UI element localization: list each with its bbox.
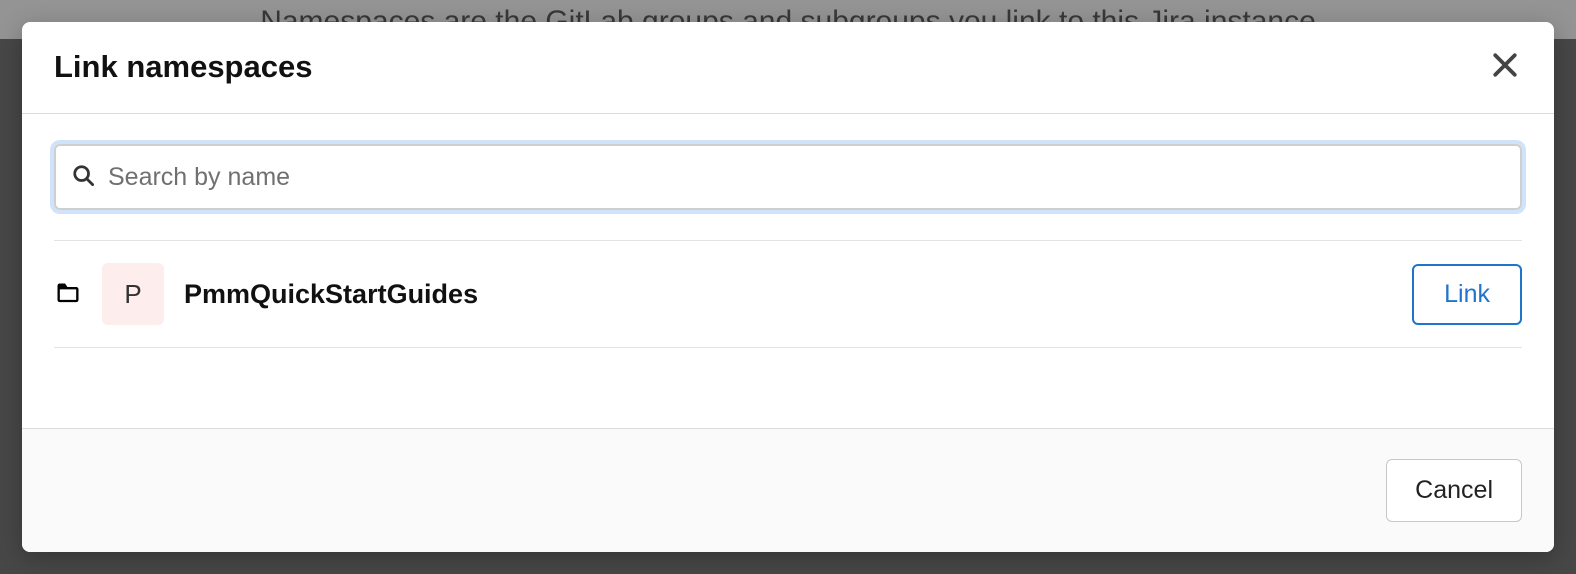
modal-footer: Cancel bbox=[22, 428, 1554, 552]
close-button[interactable] bbox=[1488, 48, 1522, 85]
link-button[interactable]: Link bbox=[1412, 264, 1522, 325]
link-namespaces-modal: Link namespaces bbox=[22, 22, 1554, 552]
modal-title: Link namespaces bbox=[54, 49, 312, 85]
search-icon bbox=[72, 164, 94, 191]
namespace-list: P PmmQuickStartGuides Link bbox=[54, 240, 1522, 348]
cancel-button[interactable]: Cancel bbox=[1386, 459, 1522, 522]
modal-header: Link namespaces bbox=[22, 22, 1554, 114]
close-icon bbox=[1492, 52, 1518, 81]
namespace-name: PmmQuickStartGuides bbox=[184, 279, 1392, 310]
avatar-letter: P bbox=[124, 279, 141, 310]
search-field-wrapper[interactable] bbox=[54, 144, 1522, 210]
namespace-avatar: P bbox=[102, 263, 164, 325]
modal-body: P PmmQuickStartGuides Link bbox=[22, 114, 1554, 428]
search-input[interactable] bbox=[94, 163, 1504, 192]
list-item: P PmmQuickStartGuides Link bbox=[54, 241, 1522, 348]
folder-icon bbox=[54, 280, 82, 308]
